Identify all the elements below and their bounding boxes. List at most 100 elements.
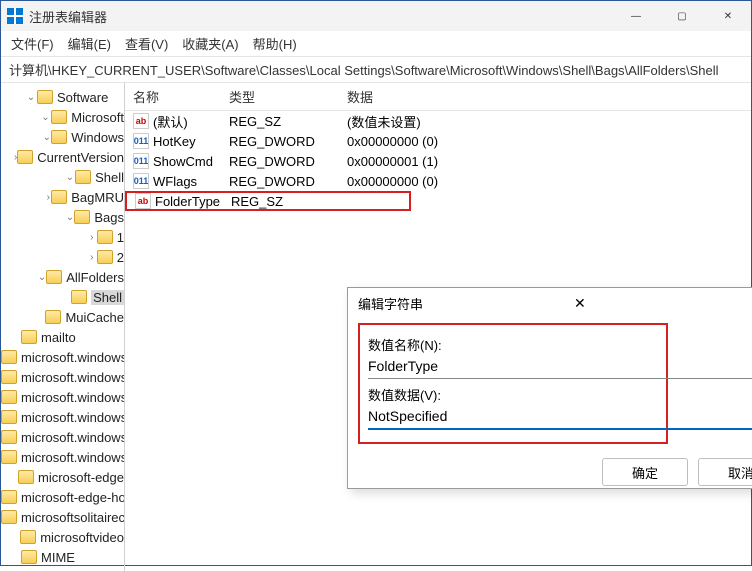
value-data: 0x00000001 (1) — [347, 154, 751, 169]
column-data[interactable]: 数据 — [339, 83, 751, 110]
folder-icon — [74, 210, 90, 224]
menubar: 文件(F) 编辑(E) 查看(V) 收藏夹(A) 帮助(H) — [1, 31, 751, 57]
tree-label: microsoft-edge — [38, 470, 124, 485]
tree-node[interactable]: microsoftvideo — [1, 527, 124, 547]
tree-label: 2 — [117, 250, 124, 265]
list-row[interactable]: 011HotKeyREG_DWORD0x00000000 (0) — [125, 131, 751, 151]
tree-node[interactable]: ⌄ Software — [1, 87, 124, 107]
tree-node[interactable]: MIME — [1, 547, 124, 567]
tree-node[interactable]: ›CurrentVersion — [1, 147, 124, 167]
tree-label: microsoftsolitairecollection — [21, 510, 125, 525]
folder-icon — [75, 170, 91, 184]
dialog-title: 编辑字符串 — [358, 294, 574, 313]
value-type: REG_DWORD — [229, 134, 347, 149]
folder-icon — [18, 470, 34, 484]
menu-favorites[interactable]: 收藏夹(A) — [182, 34, 238, 53]
tree-node[interactable]: Shell — [1, 287, 124, 307]
tree-node[interactable]: MuiCache — [1, 307, 124, 327]
binary-value-icon: 011 — [133, 153, 149, 169]
folder-icon — [97, 230, 113, 244]
tree-label: Bags — [94, 210, 124, 225]
folder-icon — [51, 110, 67, 124]
tree-label: microsoft.windows.camera.m — [21, 370, 125, 385]
string-value-icon: ab — [133, 113, 149, 129]
tree-view[interactable]: ⌄ Software ⌄ Microsoft ⌄Windows›CurrentVersi… — [1, 83, 125, 571]
chevron-icon[interactable]: › — [87, 252, 97, 263]
tree-label: AllFolders — [66, 270, 124, 285]
tree-node[interactable]: mailto — [1, 327, 124, 347]
tree-node[interactable]: ⌄ AllFolders — [1, 267, 124, 287]
tree-label: microsoftvideo — [40, 530, 124, 545]
tree-label: microsoft.windows.photos.cro — [21, 410, 125, 425]
value-name-input[interactable] — [368, 356, 752, 379]
list-row[interactable]: 011WFlagsREG_DWORD0x00000000 (0) — [125, 171, 751, 191]
tree-label: MIME — [41, 550, 75, 565]
dialog-fields: 数值名称(N): 数值数据(V): — [358, 323, 668, 444]
tree-node[interactable]: microsoftsolitairecollection — [1, 507, 124, 527]
tree-node[interactable]: microsoft-edge-holographic — [1, 487, 124, 507]
close-icon[interactable]: ✕ — [574, 295, 752, 312]
tree-label: Microsoft — [71, 110, 124, 125]
close-button[interactable]: ✕ — [705, 1, 751, 31]
tree-label: Shell — [95, 170, 124, 185]
tree-node[interactable]: ›2 — [1, 247, 124, 267]
value-data: 0x00000000 (0) — [347, 134, 751, 149]
tree-label: microsoft.windows.photos.vic — [21, 450, 125, 465]
folder-icon — [51, 190, 67, 204]
tree-node[interactable]: microsoft.windows.photos.vic — [1, 447, 124, 467]
menu-file[interactable]: 文件(F) — [11, 34, 54, 53]
folder-icon — [1, 450, 17, 464]
chevron-icon[interactable]: ⌄ — [42, 132, 51, 143]
tree-node[interactable]: microsoft.windows.camera — [1, 347, 124, 367]
list-header: 名称 类型 数据 — [125, 83, 751, 111]
menu-help[interactable]: 帮助(H) — [253, 34, 297, 53]
tree-node[interactable]: microsoft-edge — [1, 467, 124, 487]
main-area: ⌄ Software ⌄ Microsoft ⌄Windows›CurrentVersi… — [1, 83, 751, 571]
tree-node[interactable]: ⌄ Microsoft — [1, 107, 124, 127]
chevron-icon[interactable]: › — [87, 232, 97, 243]
chevron-icon[interactable]: ⌄ — [65, 172, 76, 183]
menu-view[interactable]: 查看(V) — [125, 34, 168, 53]
tree-node[interactable]: ⌄Windows — [1, 127, 124, 147]
value-data: (数值未设置) — [347, 112, 751, 131]
chevron-icon[interactable]: ⌄ — [66, 212, 75, 223]
tree-node[interactable]: microsoft.windows.camera.pi — [1, 387, 124, 407]
chevron-icon[interactable]: ⌄ — [40, 112, 52, 123]
minimize-button[interactable]: — — [613, 1, 659, 31]
folder-icon — [37, 90, 53, 104]
tree-node[interactable]: ›BagMRU — [1, 187, 124, 207]
tree-node[interactable]: ⌄ Shell — [1, 167, 124, 187]
folder-icon — [51, 130, 67, 144]
regedit-icon — [7, 8, 23, 24]
column-name[interactable]: 名称 — [125, 83, 221, 110]
chevron-icon[interactable]: ⌄ — [38, 272, 46, 283]
ok-button[interactable]: 确定 — [602, 458, 688, 486]
column-type[interactable]: 类型 — [221, 83, 339, 110]
tree-label: microsoft.windows.photos.pic — [21, 430, 125, 445]
window-controls: — ▢ ✕ — [613, 1, 751, 31]
folder-icon — [46, 270, 62, 284]
list-row[interactable]: 011ShowCmdREG_DWORD0x00000001 (1) — [125, 151, 751, 171]
list-row[interactable]: ab(默认)REG_SZ(数值未设置) — [125, 111, 751, 131]
tree-node[interactable]: ›1 — [1, 227, 124, 247]
folder-icon — [97, 250, 113, 264]
tree-node[interactable]: microsoft.windows.camera.m — [1, 367, 124, 387]
value-name: HotKey — [153, 134, 229, 149]
tree-label: Shell — [91, 290, 124, 305]
tree-node[interactable]: ⌄ Bags — [1, 207, 124, 227]
maximize-button[interactable]: ▢ — [659, 1, 705, 31]
value-data-input[interactable] — [368, 406, 752, 430]
folder-icon — [1, 430, 17, 444]
tree-node[interactable]: microsoft.windows.photos.cro — [1, 407, 124, 427]
chevron-icon[interactable]: ⌄ — [25, 92, 37, 103]
cancel-button[interactable]: 取消 — [698, 458, 752, 486]
menu-edit[interactable]: 编辑(E) — [68, 34, 111, 53]
list-row[interactable]: abFolderTypeREG_SZ — [125, 191, 411, 211]
value-name-label: 数值名称(N): — [368, 335, 658, 354]
value-data: 0x00000000 (0) — [347, 174, 751, 189]
tree-label: 1 — [117, 230, 124, 245]
folder-icon — [1, 410, 17, 424]
tree-node[interactable]: microsoft.windows.photos.pic — [1, 427, 124, 447]
address-bar[interactable]: 计算机\HKEY_CURRENT_USER\Software\Classes\L… — [1, 57, 751, 83]
tree-label: Software — [57, 90, 108, 105]
